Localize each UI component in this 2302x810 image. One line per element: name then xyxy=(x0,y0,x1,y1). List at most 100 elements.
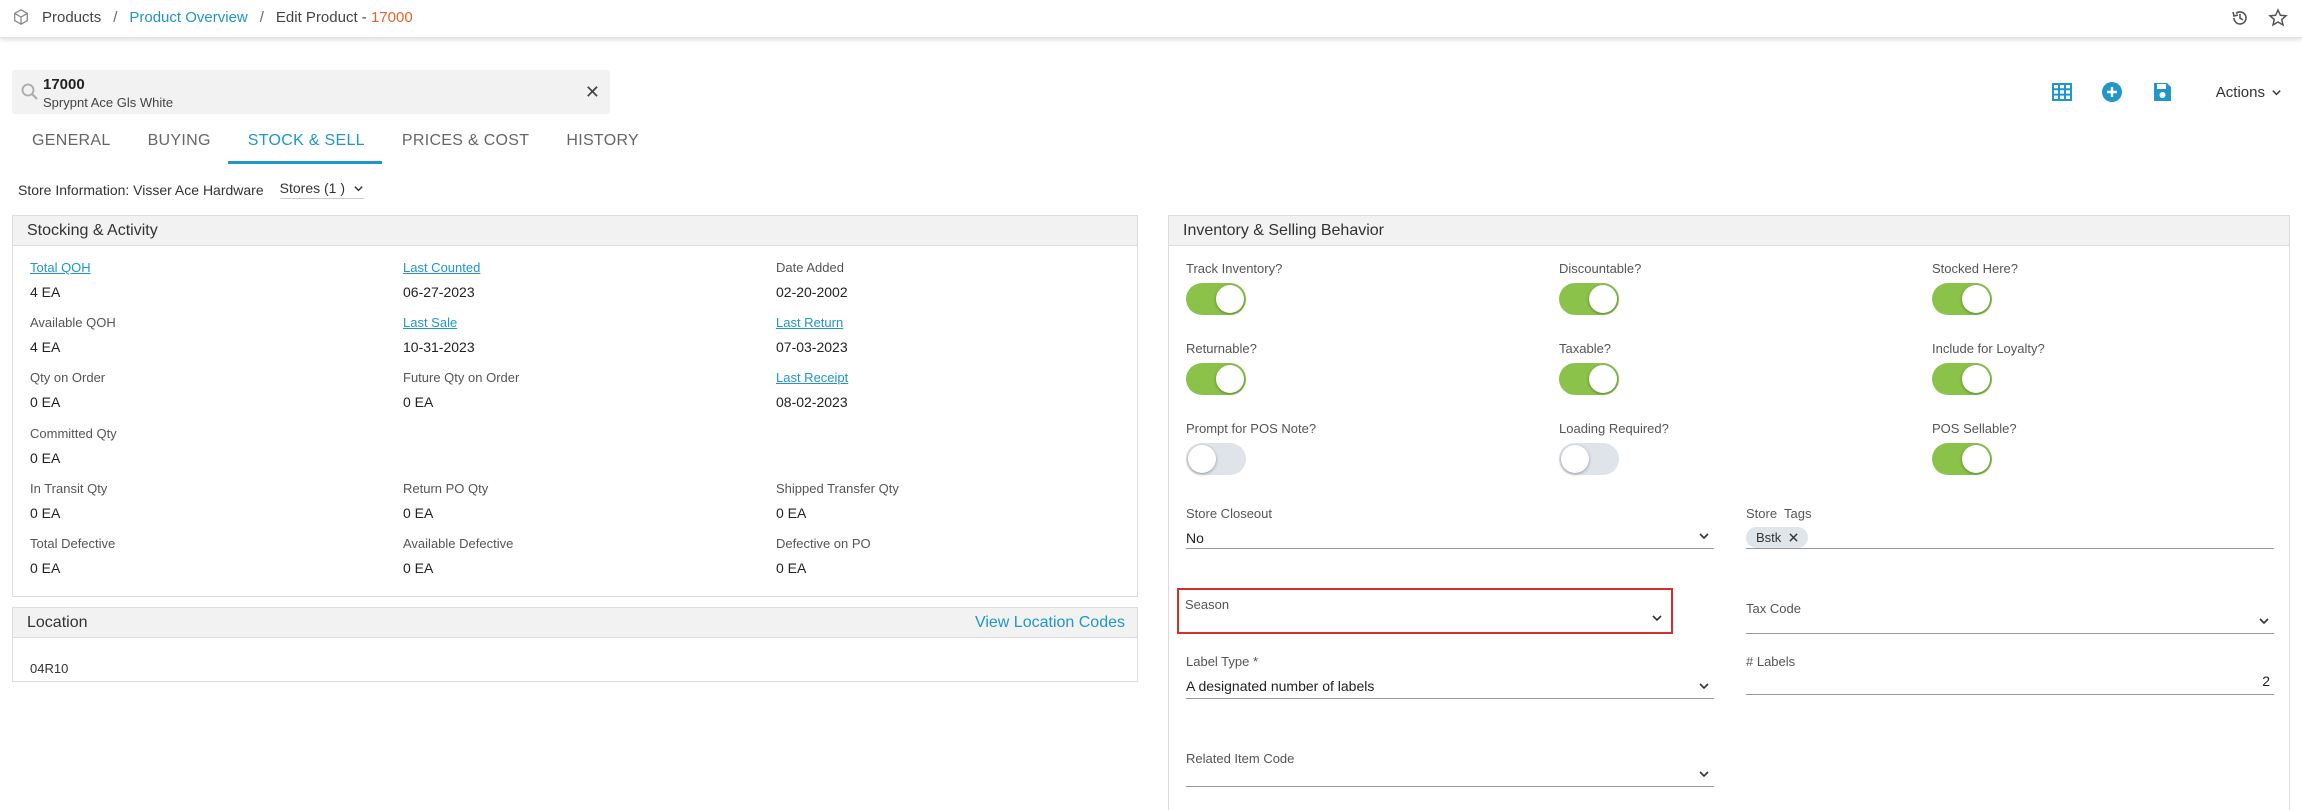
close-icon[interactable] xyxy=(1789,533,1798,542)
panel-title: Location View Location Codes xyxy=(13,608,1137,638)
stocked-here-switch[interactable] xyxy=(1932,283,1992,315)
store-closeout-select[interactable]: Store Closeout No xyxy=(1186,506,1714,549)
toggle-prompt-pos-note: Prompt for POS Note? xyxy=(1186,421,1316,475)
grid-view-icon[interactable] xyxy=(2050,80,2074,104)
breadcrumb-separator: / xyxy=(113,8,118,26)
related-item-code-select[interactable]: Related Item Code xyxy=(1186,751,1714,787)
stat-total-qoh: Total QOH 4 EA xyxy=(30,260,91,300)
tab-history[interactable]: HISTORY xyxy=(546,126,656,164)
stat-value: 4 EA xyxy=(30,284,61,300)
stat-value: 0 EA xyxy=(776,560,807,576)
include-loyalty-switch[interactable] xyxy=(1932,363,1992,395)
tab-general[interactable]: GENERAL xyxy=(12,126,128,164)
taxable-switch[interactable] xyxy=(1559,363,1619,395)
breadcrumb-product-overview[interactable]: Product Overview xyxy=(129,9,247,26)
stat-label: Committed Qty xyxy=(30,426,117,441)
stat-return-po-qty: Return PO Qty 0 EA xyxy=(403,481,488,521)
season-select[interactable]: Season xyxy=(1177,588,1673,634)
switch-knob xyxy=(1589,285,1617,313)
product-search[interactable]: 17000 Sprypnt Ace Gls White ✕ xyxy=(12,70,610,114)
stat-label-link[interactable]: Total QOH xyxy=(30,260,91,275)
location-panel: Location View Location Codes 04R10 xyxy=(12,607,1138,682)
toggle-label: Stocked Here? xyxy=(1932,261,2018,276)
stat-in-transit-qty: In Transit Qty 0 EA xyxy=(30,481,107,521)
stat-defective-on-po: Defective on PO 0 EA xyxy=(776,536,871,576)
top-bar: Products / Product Overview / Edit Produ… xyxy=(0,0,2302,38)
switch-knob xyxy=(1216,285,1244,313)
breadcrumb-products[interactable]: Products xyxy=(42,9,101,26)
stat-label-link[interactable]: Last Receipt xyxy=(776,370,848,385)
prompt-pos-note-switch[interactable] xyxy=(1186,443,1246,475)
field-value xyxy=(1185,621,1665,639)
field-value xyxy=(1746,625,2274,643)
actions-menu[interactable]: Actions xyxy=(2216,84,2282,101)
field-label: Tax Code xyxy=(1746,601,1801,616)
panel-title: Inventory & Selling Behavior xyxy=(1169,216,2289,246)
clear-search-button[interactable]: ✕ xyxy=(585,82,600,103)
view-location-codes-link[interactable]: View Location Codes xyxy=(975,614,1125,632)
toggle-label: Returnable? xyxy=(1186,341,1257,356)
stat-value: 0 EA xyxy=(30,394,61,410)
stat-value: 0 EA xyxy=(403,505,434,521)
stores-dropdown-value: Stores (1 ) xyxy=(279,180,345,196)
product-code: 17000 xyxy=(43,76,85,93)
toggle-taxable: Taxable? xyxy=(1559,341,1619,395)
returnable-switch[interactable] xyxy=(1186,363,1246,395)
store-information: Store Information: Visser Ace Hardware S… xyxy=(18,180,364,199)
stat-value: 0 EA xyxy=(776,505,807,521)
box-icon xyxy=(14,9,28,25)
num-labels-input[interactable]: # Labels 2 xyxy=(1746,654,2274,695)
inventory-selling-panel: Inventory & Selling Behavior Track Inven… xyxy=(1168,215,2290,810)
stat-label-link[interactable]: Last Counted xyxy=(403,260,480,275)
stat-last-counted: Last Counted 06-27-2023 xyxy=(403,260,480,300)
stat-label: Defective on PO xyxy=(776,536,871,551)
store-info-label: Store Information: Visser Ace Hardware xyxy=(18,181,264,198)
stat-value: 08-02-2023 xyxy=(776,394,848,410)
search-icon xyxy=(21,83,38,100)
star-icon[interactable] xyxy=(2268,8,2288,28)
add-circle-icon[interactable] xyxy=(2100,80,2124,104)
stat-value: 06-27-2023 xyxy=(403,284,475,300)
stat-label-link[interactable]: Last Return xyxy=(776,315,848,330)
toggle-pos-sellable: POS Sellable? xyxy=(1932,421,2017,475)
track-inventory-switch[interactable] xyxy=(1186,283,1246,315)
save-icon[interactable] xyxy=(2150,80,2174,104)
stat-available-defective: Available Defective 0 EA xyxy=(403,536,513,576)
discountable-switch[interactable] xyxy=(1559,283,1619,315)
stat-label: Available QOH xyxy=(30,315,116,330)
tab-prices-cost[interactable]: PRICES & COST xyxy=(382,126,546,164)
field-value: 2 xyxy=(2262,673,2270,689)
stat-label: Available Defective xyxy=(403,536,514,551)
chevron-down-icon xyxy=(354,185,363,191)
toggle-track-inventory: Track Inventory? xyxy=(1186,261,1282,315)
stat-value: 02-20-2002 xyxy=(776,284,848,300)
chevron-down-icon xyxy=(1699,533,1709,540)
stat-value: 4 EA xyxy=(30,339,61,355)
store-tags-field[interactable]: Store Tags Bstk xyxy=(1746,506,2274,549)
field-value xyxy=(1186,775,1714,793)
stat-date-added: Date Added 02-20-2002 xyxy=(776,260,848,300)
tab-stock-sell[interactable]: STOCK & SELL xyxy=(227,126,382,164)
tag-chip: Bstk xyxy=(1746,527,1809,548)
toggle-label: Include for Loyalty? xyxy=(1932,341,2045,356)
toggle-label: Track Inventory? xyxy=(1186,261,1283,276)
stores-dropdown[interactable]: Stores (1 ) xyxy=(279,180,364,199)
tax-code-select[interactable]: Tax Code xyxy=(1746,601,2274,634)
field-label: Label Type * xyxy=(1186,654,1259,669)
stat-label: Future Qty on Order xyxy=(403,370,520,385)
stat-label-link[interactable]: Last Sale xyxy=(403,315,475,330)
chevron-down-icon xyxy=(1699,771,1709,778)
stat-qty-on-order: Qty on Order 0 EA xyxy=(30,370,105,410)
pos-sellable-switch[interactable] xyxy=(1932,443,1992,475)
field-value: No xyxy=(1186,530,1204,546)
history-icon[interactable] xyxy=(2230,8,2250,28)
loading-required-switch[interactable] xyxy=(1559,443,1619,475)
switch-knob xyxy=(1561,445,1589,473)
stat-label: Total Defective xyxy=(30,536,116,551)
stat-future-qty-on-order: Future Qty on Order 0 EA xyxy=(403,370,519,410)
stat-label: Return PO Qty xyxy=(403,481,489,496)
label-type-select[interactable]: Label Type * A designated number of labe… xyxy=(1186,654,1714,699)
stat-committed-qty: Committed Qty 0 EA xyxy=(30,426,117,466)
tab-buying[interactable]: BUYING xyxy=(128,126,228,164)
breadcrumb-product-code: 17000 xyxy=(370,8,413,26)
